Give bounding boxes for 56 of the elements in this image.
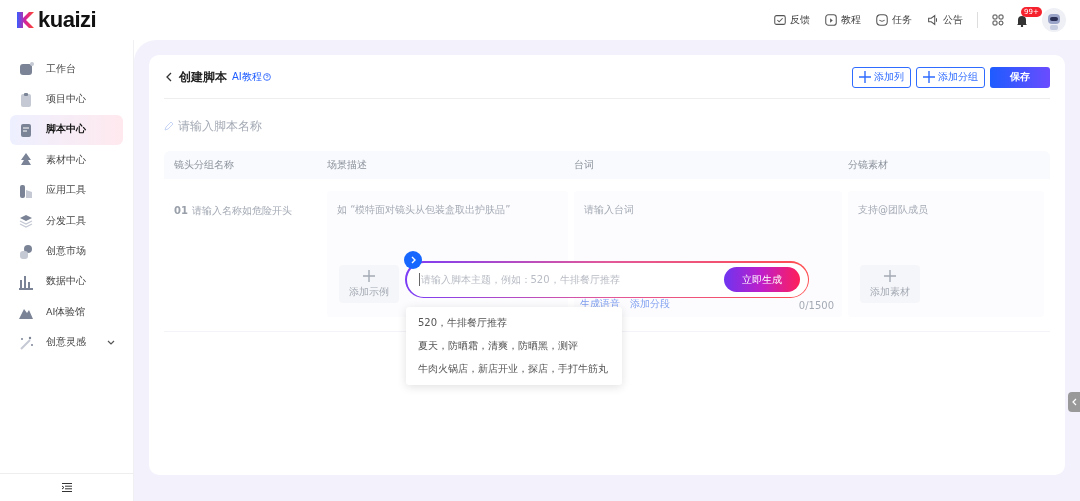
sidebar-item[interactable]: 创意灵感 bbox=[10, 327, 123, 358]
add-button[interactable]: 添加分组 bbox=[916, 66, 985, 88]
sidebar-item[interactable]: 创意市场 bbox=[10, 236, 123, 267]
megaphone-icon bbox=[926, 13, 940, 27]
column-header: 场景描述 bbox=[327, 158, 368, 172]
clipboard-icon bbox=[18, 91, 34, 108]
play-icon bbox=[824, 13, 838, 27]
logo-icon bbox=[15, 10, 35, 30]
plus-icon bbox=[363, 269, 375, 282]
sidebar-item[interactable]: AI体验馆 bbox=[10, 297, 123, 328]
sidebar-item[interactable]: 素材中心 bbox=[10, 145, 123, 176]
plus-icon bbox=[923, 71, 935, 83]
top-nav-link[interactable]: 反馈 bbox=[773, 13, 810, 27]
feedback-icon bbox=[773, 13, 787, 27]
generate-button[interactable]: 立即生成 bbox=[723, 267, 800, 292]
layers-icon bbox=[18, 213, 34, 230]
logo-text: kuaizi bbox=[38, 7, 97, 33]
sidebar-item[interactable]: 应用工具 bbox=[10, 175, 123, 206]
sidebar-item[interactable]: 分发工具 bbox=[10, 205, 123, 237]
collapse-menu-icon[interactable] bbox=[61, 483, 72, 492]
help-link[interactable]: AI教程 bbox=[232, 70, 271, 84]
column-header: 台词 bbox=[574, 158, 595, 172]
topic-input-field[interactable]: 请输入脚本主题，例如：520，牛排餐厅推荐 立即生成 bbox=[405, 261, 809, 298]
help-icon bbox=[262, 73, 271, 81]
character-count: 0/1500 bbox=[798, 300, 834, 311]
plus-icon bbox=[884, 269, 896, 282]
save-button[interactable]: 保存 bbox=[990, 66, 1050, 88]
suggestion-item[interactable]: 夏天，防晒霜，清爽，防晒黑，测评 bbox=[406, 334, 622, 358]
sidebar-item[interactable]: 数据中心 bbox=[10, 266, 123, 298]
page-title: 创建脚本 bbox=[179, 68, 227, 86]
sidebar-item[interactable]: 脚本中心 bbox=[10, 114, 123, 146]
task-icon bbox=[875, 13, 889, 27]
add-button[interactable]: 添加列 bbox=[852, 66, 911, 88]
plus-icon bbox=[859, 71, 871, 83]
bell-icon[interactable] bbox=[1016, 13, 1028, 27]
bar-chart-icon bbox=[18, 273, 34, 290]
avatar-icon[interactable] bbox=[1042, 8, 1066, 32]
column-header: 分镜素材 bbox=[848, 158, 889, 172]
column-header: 镜头分组名称 bbox=[174, 158, 235, 172]
sidebar-item[interactable]: 项目中心 bbox=[10, 84, 123, 115]
monitor-icon bbox=[18, 61, 34, 78]
top-nav-link[interactable]: 公告 bbox=[926, 13, 963, 27]
shapes-icon bbox=[18, 243, 34, 260]
scan-icon[interactable] bbox=[992, 14, 1004, 26]
sidebar-item[interactable]: 工作台 bbox=[10, 54, 123, 85]
tools-icon bbox=[18, 182, 34, 199]
chevron-down-icon bbox=[107, 340, 115, 346]
top-nav-link[interactable]: 任务 bbox=[875, 13, 912, 27]
suggestion-item[interactable]: 520，牛排餐厅推荐 bbox=[406, 312, 622, 335]
magic-wand-icon bbox=[18, 334, 34, 351]
row-number: 01 bbox=[174, 205, 188, 216]
top-nav-link[interactable]: 教程 bbox=[824, 13, 861, 27]
pencil-icon bbox=[164, 121, 174, 131]
suggestion-item[interactable]: 牛肉火锅店，新店开业，探店，手打牛筋丸 bbox=[406, 357, 622, 381]
side-handle[interactable] bbox=[1068, 392, 1080, 412]
document-icon bbox=[18, 121, 34, 138]
